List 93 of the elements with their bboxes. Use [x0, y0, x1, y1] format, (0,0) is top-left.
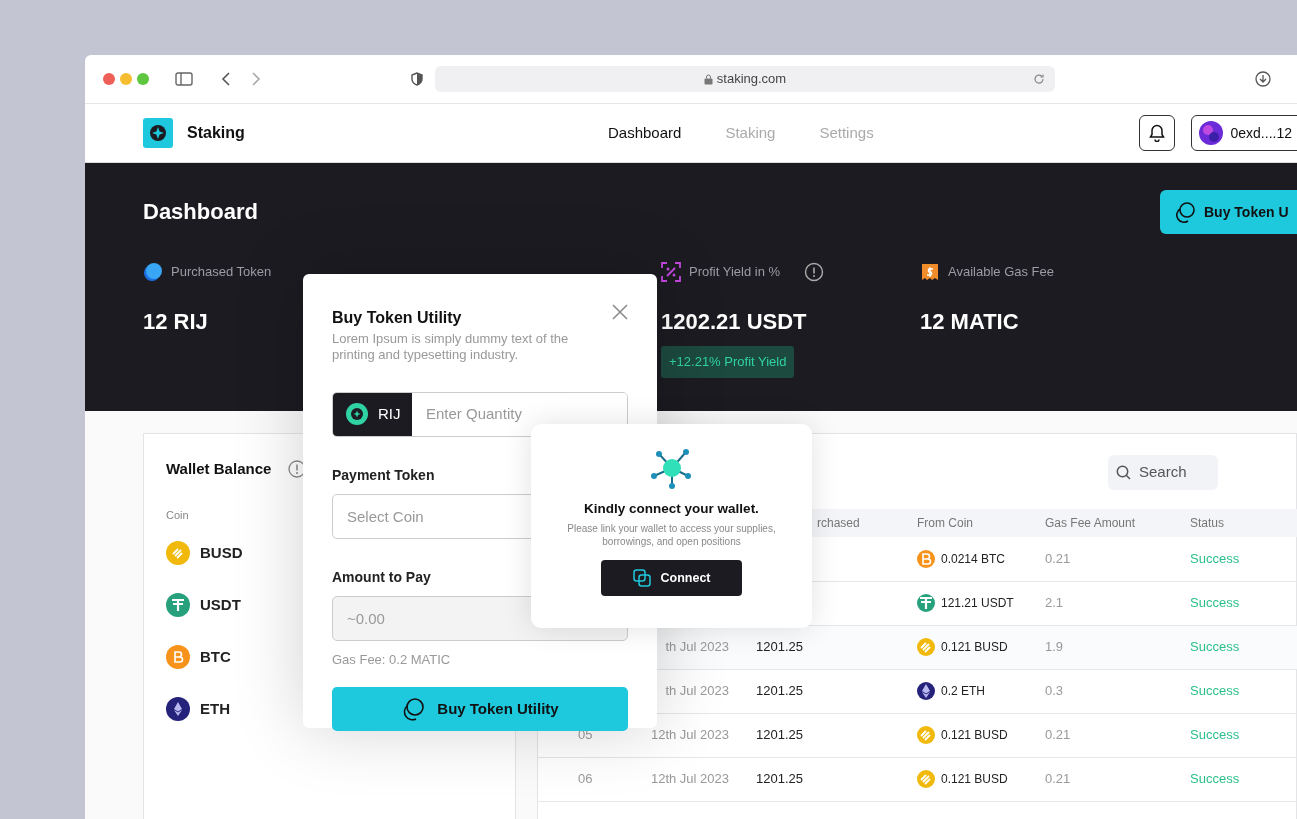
- info-icon: [804, 262, 825, 282]
- token-icon: [346, 403, 368, 426]
- token-label: RIJ: [378, 403, 401, 424]
- table-cell: Success: [1190, 595, 1240, 611]
- table-cell: 1201.25: [756, 727, 803, 743]
- ethereum-coin-icon: [917, 682, 935, 700]
- bitcoin-coin-icon: [166, 645, 190, 669]
- table-cell: 1201.25: [756, 771, 803, 787]
- table-cell: 2.1: [1045, 595, 1064, 611]
- address-bar[interactable]: staking.com: [435, 66, 1055, 92]
- column-header: From Coin: [917, 516, 973, 530]
- table-cell: 06: [578, 771, 593, 787]
- column-header: Status: [1190, 516, 1225, 530]
- table-cell: Success: [1190, 683, 1240, 699]
- quantity-field[interactable]: RIJ Enter Quantity: [332, 391, 628, 437]
- nav-link[interactable]: Dashboard: [608, 121, 682, 145]
- download-icon[interactable]: [1255, 71, 1271, 87]
- connect-button[interactable]: Connect: [601, 560, 742, 597]
- stat-value: 1202.21 USDT: [661, 308, 807, 336]
- table-cell-text: 0.0214 BTC: [941, 550, 1006, 568]
- buy-token-button[interactable]: Buy Token U: [1160, 190, 1297, 234]
- table-cell: 1201.25: [756, 639, 803, 655]
- table-cell: 12th Jul 2023: [650, 771, 729, 787]
- receipt-icon: [920, 262, 940, 282]
- table-cell: 0.21: [1045, 727, 1071, 743]
- coin-symbol: USDT: [200, 594, 241, 615]
- close-button[interactable]: [611, 303, 629, 321]
- table-cell: 0.21: [1045, 771, 1071, 787]
- table-cell: th Jul 2023: [665, 683, 729, 699]
- close-icon: [611, 303, 629, 321]
- sidebar-icon[interactable]: [175, 72, 193, 86]
- column-header: Gas Fee Amount: [1045, 516, 1136, 530]
- bitcoin-coin-icon: [917, 549, 935, 568]
- tether-coin-icon: [166, 593, 190, 617]
- coin-symbol: BTC: [200, 646, 231, 667]
- table-cell: 1201.25: [756, 683, 803, 699]
- reload-icon[interactable]: [1033, 73, 1045, 85]
- table-cell: Success: [1190, 771, 1240, 787]
- token-icon: [143, 262, 163, 282]
- search-icon: [1116, 465, 1131, 480]
- tether-coin-icon: [917, 594, 935, 612]
- field-label: Amount to Pay: [332, 567, 432, 587]
- stat-value: 12 MATIC: [920, 308, 1019, 336]
- column-header: rchased: [817, 516, 860, 530]
- stat-label: Purchased Token: [171, 263, 272, 282]
- busd-coin-icon: [917, 770, 935, 788]
- table-cell: 0.3: [1045, 683, 1064, 699]
- table-cell: 0.21: [1045, 551, 1071, 566]
- coin-symbol: BUSD: [200, 542, 243, 563]
- page-title: Dashboard: [143, 198, 258, 226]
- app-name: Staking: [187, 123, 245, 143]
- table-cell-text: 0.121 BUSD: [941, 639, 1008, 656]
- back-icon[interactable]: [221, 72, 231, 86]
- notification-button[interactable]: [1138, 115, 1175, 151]
- gas-fee-text: Gas Fee: 0.2 MATIC: [332, 650, 452, 669]
- bell-icon: [1148, 124, 1165, 142]
- dialog-title: Buy Token Utility: [332, 308, 462, 328]
- coin-symbol: ETH: [200, 698, 230, 719]
- dialog-subtitle: Lorem Ipsum is simply dummy text of the printing and typesetting industry.: [332, 331, 570, 364]
- link-icon: [632, 569, 651, 588]
- card-title: Wallet Balance: [166, 459, 272, 479]
- table-cell: 1.9: [1045, 639, 1064, 655]
- stat-label: Available Gas Fee: [948, 263, 1054, 282]
- table-cell: Success: [1190, 727, 1240, 743]
- busd-coin-icon: [917, 638, 935, 656]
- stat-label: Profit Yield in %: [689, 263, 781, 282]
- column-label: Coin: [166, 507, 189, 523]
- logo-icon: [143, 118, 173, 148]
- field-label: Payment Token: [332, 465, 436, 485]
- search-field[interactable]: Search: [1108, 455, 1218, 490]
- busd-coin-icon: [166, 541, 190, 565]
- stat-value: 12 RIJ: [143, 308, 208, 336]
- table-cell: Success: [1190, 639, 1240, 655]
- shield-icon[interactable]: [411, 72, 423, 86]
- window-controls-icon[interactable]: [103, 73, 149, 85]
- busd-coin-icon: [917, 726, 935, 744]
- wallet-button[interactable]: 0exd....12: [1190, 115, 1297, 151]
- avatar-icon: [1198, 121, 1223, 145]
- profit-badge: +12.21% Profit Yield: [661, 346, 795, 378]
- coins-icon: [1174, 201, 1196, 223]
- percent-scan-icon: [661, 262, 681, 282]
- lock-icon: [703, 73, 713, 85]
- buy-token-button[interactable]: Buy Token Utility: [332, 687, 628, 732]
- table-cell: th Jul 2023: [665, 639, 729, 655]
- network-icon: [649, 446, 694, 490]
- table-cell-text: 0.121 BUSD: [941, 771, 1008, 788]
- table-cell: 12th Jul 2023: [650, 727, 729, 743]
- table-cell-text: 0.121 BUSD: [941, 727, 1008, 744]
- table-cell-text: 121.21 USDT: [941, 595, 1014, 612]
- ethereum-coin-icon: [166, 697, 190, 721]
- coins-icon: [401, 697, 426, 722]
- table-cell-text: 0.2 ETH: [941, 683, 985, 700]
- table-cell: Success: [1190, 551, 1240, 566]
